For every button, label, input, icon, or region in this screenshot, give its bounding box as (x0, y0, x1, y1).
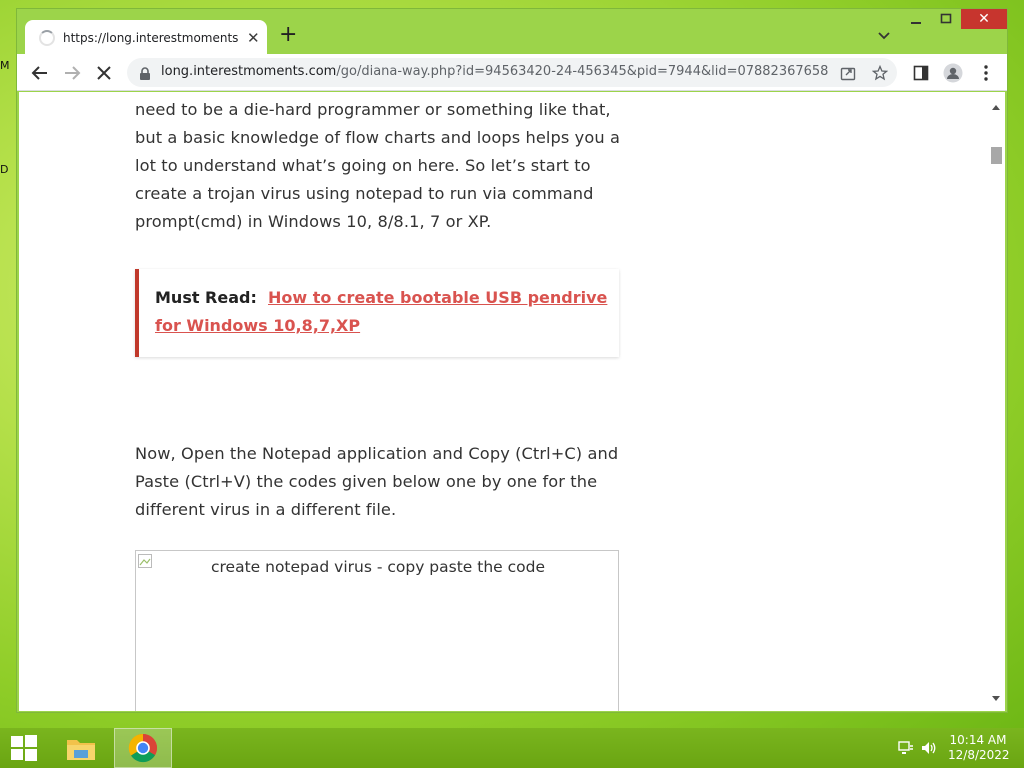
chevron-down-icon[interactable] (877, 27, 891, 41)
loading-spinner-icon (39, 29, 55, 46)
taskbar-clock[interactable]: 10:14 AM 12/8/2022 (948, 733, 1010, 763)
close-icon[interactable]: ✕ (247, 29, 260, 47)
taskbar: 10:14 AM 12/8/2022 (0, 728, 1024, 768)
chrome-icon[interactable] (114, 728, 172, 768)
scrollbar-thumb[interactable] (991, 147, 1002, 164)
scroll-down-arrow-icon[interactable] (991, 688, 1001, 707)
clock-time: 10:14 AM (949, 733, 1007, 747)
article-paragraph: need to be a die-hard programmer or some… (135, 100, 620, 231)
must-read-text: Must Read: How to create bootable USB pe… (155, 284, 615, 340)
forward-arrow-icon[interactable] (61, 62, 83, 84)
vertical-scrollbar[interactable] (988, 92, 1005, 711)
star-icon[interactable] (871, 64, 889, 82)
scroll-up-arrow-icon[interactable] (991, 96, 1001, 115)
minimize-icon[interactable] (901, 9, 931, 29)
maximize-icon[interactable] (931, 9, 961, 29)
network-icon[interactable] (898, 740, 914, 756)
image-alt-text: create notepad virus - copy paste the co… (211, 558, 545, 576)
browser-window: https://long.interestmoments.com/go/dian… (16, 8, 1008, 713)
address-bar[interactable]: long.interestmoments.com/go/diana-way.ph… (127, 58, 897, 87)
broken-image: create notepad virus - copy paste the co… (135, 550, 619, 711)
title-bar: https://long.interestmoments.com/go/dian… (17, 9, 1007, 55)
share-icon[interactable] (839, 64, 857, 82)
plus-icon[interactable]: + (279, 24, 297, 46)
tab-title: https://long.interestmoments.com/go/dian… (63, 30, 239, 45)
clock-date: 12/8/2022 (948, 748, 1010, 762)
close-icon[interactable]: ✕ (961, 9, 1007, 29)
browser-tab[interactable]: https://long.interestmoments.com/go/dian… (25, 20, 267, 55)
must-read-label: Must Read: (155, 288, 257, 307)
volume-icon[interactable] (921, 740, 937, 756)
lock-icon[interactable] (139, 66, 151, 85)
page-content: need to be a die-hard programmer or some… (19, 92, 1005, 711)
stop-icon[interactable] (93, 62, 115, 84)
kebab-menu-icon[interactable] (975, 62, 997, 84)
desktop-icon-label-fragment: M (0, 59, 10, 72)
back-arrow-icon[interactable] (29, 62, 51, 84)
window-controls: ✕ (901, 9, 1007, 29)
file-explorer-icon[interactable] (58, 728, 104, 768)
desktop-icon-label-fragment: D (0, 163, 9, 176)
must-read-callout: Must Read: How to create bootable USB pe… (135, 269, 619, 357)
article-paragraph: Now, Open the Notepad application and Co… (135, 444, 619, 519)
windows-start-icon[interactable] (0, 728, 48, 768)
side-panel-icon[interactable] (910, 62, 932, 84)
profile-icon[interactable] (942, 62, 964, 84)
url-text[interactable]: long.interestmoments.com/go/diana-way.ph… (161, 64, 829, 79)
browser-toolbar: long.interestmoments.com/go/diana-way.ph… (17, 54, 1007, 91)
